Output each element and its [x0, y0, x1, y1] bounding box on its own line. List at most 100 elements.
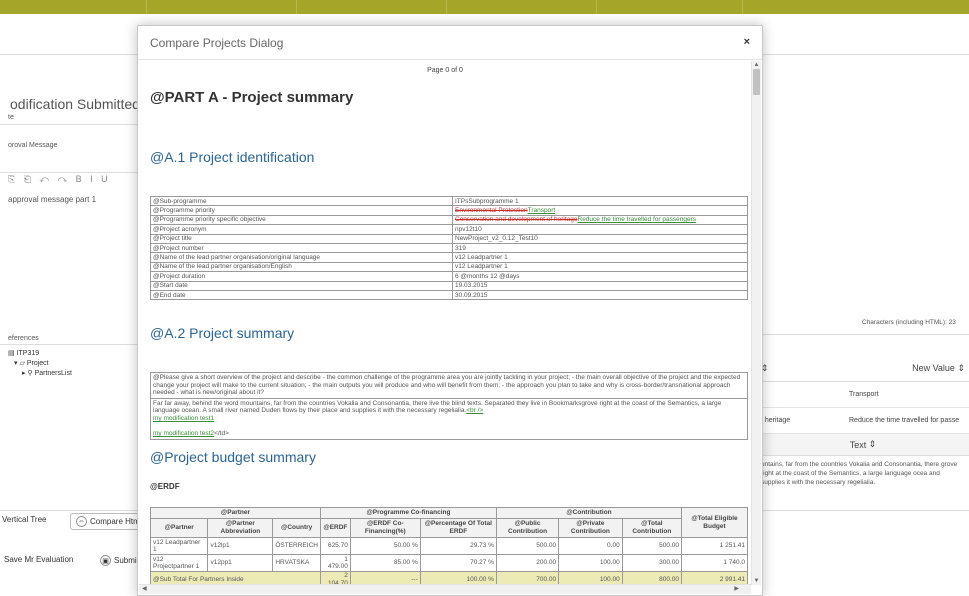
compare-projects-dialog: Compare Projects Dialog × Page 0 of 0 @P… [137, 25, 763, 596]
scroll-down-icon[interactable]: ▼ [752, 577, 761, 585]
save-evaluation-button[interactable]: Save Mr Evaluation [4, 555, 73, 564]
table-cell: 500.00 [495, 537, 560, 555]
table-cell: --- [349, 571, 421, 585]
field-value: ITPsSubprogramme 1 [452, 195, 748, 207]
field-value: v12 Leadpartner 1 [452, 252, 748, 263]
dialog-title: Compare Projects Dialog [150, 35, 284, 50]
inserted-text: my modification test2 [153, 430, 215, 438]
field-label: te [8, 114, 14, 121]
budget-table: @Partner @Programme Co-financing @Contri… [149, 507, 748, 585]
column-header: @Total Contribution [621, 518, 683, 538]
field-name: @Project number [150, 242, 453, 254]
inserted-text: Transport [527, 207, 556, 215]
field-value: 319 [452, 242, 748, 254]
folder-open-icon: ▱ [19, 360, 25, 367]
vertical-scrollbar[interactable]: ▲ ▼ [751, 61, 761, 585]
column-header: @ERDF Co-Financing(%) [349, 518, 421, 538]
table-cell: 100.00 [558, 554, 623, 572]
table-row: @Start date 19.03.2015 [150, 280, 748, 291]
page-indicator: Page 0 of 0 [427, 67, 463, 74]
text-column-header[interactable]: Text ⇕ [757, 434, 969, 456]
sort-icon[interactable]: ⇕ [957, 363, 965, 373]
table-row: @Programme priority Environmental Protect… [150, 205, 748, 216]
banner-divider [146, 0, 147, 14]
close-icon[interactable]: × [744, 36, 750, 48]
table-row: @Project acronym npv12t10 [150, 224, 748, 235]
inserted-text: my modification test1 [153, 414, 215, 422]
group-header: @Partner [150, 507, 321, 519]
new-value-header[interactable]: New Value [912, 363, 955, 373]
column-header: @Partner Abbreviation [207, 518, 274, 538]
table-row: @Sub-programme ITPsSubprogramme 1 [150, 195, 748, 207]
approval-text[interactable]: approval message part 1 [8, 195, 96, 204]
banner-divider [596, 0, 597, 14]
field-value: npv12t10 [452, 224, 748, 235]
table-cell: 2 991.41 [681, 571, 748, 585]
group-header: @Total Eligible Budget [681, 507, 748, 538]
tree-node[interactable]: ▤ ITP319 [8, 349, 72, 359]
field-value: 19.03.2015 [452, 280, 748, 291]
banner-divider [446, 0, 447, 14]
divider [0, 172, 137, 173]
sort-icon: ⇕ [868, 439, 877, 449]
subtotal-row: @Sub Total For Partners Inside 2 104.70 --… [150, 571, 748, 585]
table-cell: v12lp1 [207, 537, 274, 555]
table-cell: 500.00 [621, 537, 683, 555]
table-cell: 1 251.41 [681, 537, 748, 555]
compare-html-button[interactable]: ⇔ Compare Html [70, 513, 148, 530]
tree-node[interactable]: ▾ ▱ Project [8, 359, 72, 369]
divider [0, 510, 137, 511]
chevron-down-icon: ▾ [14, 360, 18, 367]
table-row: @Name of the lead partner organisation/o… [150, 252, 748, 263]
table-row: @Project number 319 [150, 242, 748, 254]
column-header: @Partner [149, 518, 209, 538]
table-cell: ÖSTERREICH [272, 537, 321, 555]
compare-icon: ⇔ [76, 516, 87, 527]
scroll-left-icon[interactable]: ◀ [142, 585, 147, 594]
table-cell: 300.00 [621, 554, 683, 572]
summary-answer: Far far away, behind the word mountains,… [153, 399, 722, 438]
scroll-right-icon[interactable]: ▶ [734, 585, 739, 594]
scroll-thumb[interactable] [753, 69, 760, 95]
divider [762, 334, 969, 335]
column-header: @Private Contribution [558, 518, 623, 538]
field-name: @Start date [150, 280, 453, 291]
field-value: 6 @months 12 @days [452, 271, 748, 282]
column-header: @Public Contribution [495, 518, 560, 538]
dialog-content[interactable]: Page 0 of 0 @PART A - Project summary @A… [139, 61, 751, 585]
reference-tree: ▤ ITP319 ▾ ▱ Project ▸ ⚲ PartnersList [8, 349, 72, 379]
table-cell: v12 Leadpartner 1 [149, 537, 209, 555]
vertical-tree-button[interactable]: Vertical Tree [2, 515, 46, 524]
table-row: v12 Projectpartner 1 v12pp1 HRVATSKA 1 479.… [149, 554, 748, 572]
banner-divider [742, 0, 743, 14]
table-row: @Project duration 6 @months 12 @days [150, 271, 748, 282]
divider [762, 510, 969, 511]
table-cell: 700.00 [495, 571, 560, 585]
characters-count: Characters (including HTML): 23 [862, 319, 956, 326]
identification-heading: @A.1 Project identification [150, 149, 315, 165]
field-value: NewProject_v2_0.12_Test10 [452, 233, 748, 244]
tree-node[interactable]: ▸ ⚲ PartnersList [8, 369, 72, 379]
approval-label: oroval Message [8, 142, 58, 149]
column-header: @Percentage Of Total ERDF [419, 518, 497, 538]
field-value: Conservation and development of heritage… [452, 214, 748, 226]
field-name: @Project title [150, 233, 453, 244]
field-name: @Sub-programme [150, 195, 453, 207]
scroll-up-icon[interactable]: ▲ [752, 61, 761, 69]
submit-button[interactable]: ▣ Submi [100, 555, 137, 566]
field-name: @Project duration [150, 271, 453, 282]
table-cell: 1 479.00 [319, 554, 351, 572]
table-row: @Programme priority specific objective Co… [150, 214, 748, 226]
column-header: @ERDF [319, 518, 351, 538]
table-row: Transport [757, 382, 969, 408]
references-label: eferences [8, 335, 39, 342]
table-row: f heritage Reduce the time travelled for… [757, 408, 969, 434]
compare-values-table: ⇕ New Value ⇕ Transport f heritage Reduc… [757, 356, 969, 491]
banner-divider [296, 0, 297, 14]
divider [0, 344, 137, 345]
inserted-text: Reduce the time travelled for passengers [577, 216, 697, 224]
horizontal-scrollbar[interactable]: ◀ ▶ [139, 584, 751, 594]
table-row: v12 Leadpartner 1 v12lp1 ÖSTERREICH 625.70 5… [149, 537, 748, 555]
editor-toolbar[interactable]: ⎘ ⎗ ↶ ↷ B I U [8, 174, 111, 185]
group-header: @Contribution [495, 507, 683, 519]
